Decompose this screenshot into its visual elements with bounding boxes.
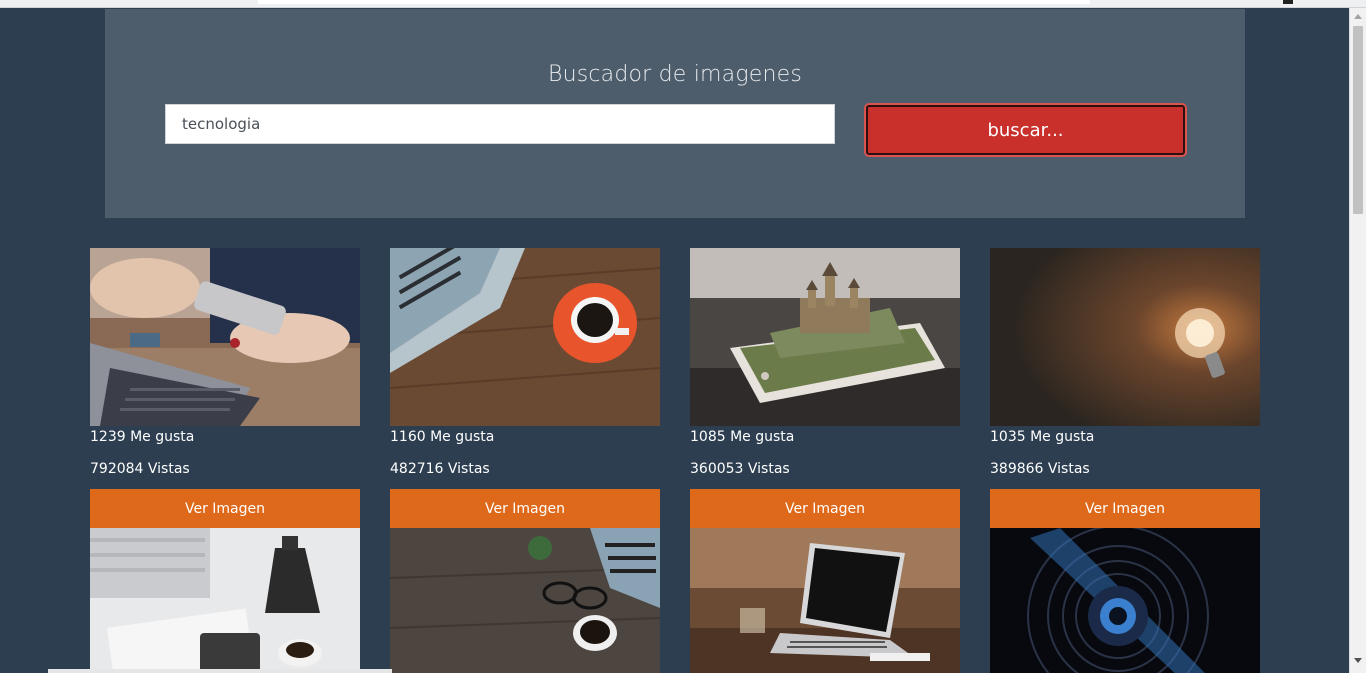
likes-count: 1035 Me gusta <box>990 429 1095 445</box>
view-image-button[interactable]: Ver Imagen <box>390 489 660 528</box>
view-image-button[interactable]: Ver Imagen <box>990 489 1260 528</box>
address-bar[interactable] <box>258 0 1090 4</box>
page-content: Buscador de imagenes buscar... <box>0 8 1349 673</box>
horizontal-scrollbar[interactable] <box>48 669 392 673</box>
camera-lens-photo <box>990 528 1260 673</box>
castle-on-smartphone-photo <box>690 248 960 426</box>
likes-count: 1085 Me gusta <box>690 429 795 445</box>
browser-top-strip <box>0 0 1366 8</box>
laptop-and-coffee-photo <box>390 248 660 426</box>
scrollbar-thumb[interactable] <box>1353 26 1363 214</box>
extension-icon[interactable] <box>1283 0 1293 4</box>
likes-count: 1239 Me gusta <box>90 429 195 445</box>
views-count: 389866 Vistas <box>990 461 1090 477</box>
views-count: 482716 Vistas <box>390 461 490 477</box>
laptop-on-table-photo <box>690 528 960 673</box>
page-title: Buscador de imagenes <box>547 62 803 87</box>
vertical-scrollbar[interactable] <box>1349 8 1366 673</box>
views-count: 792084 Vistas <box>90 461 190 477</box>
search-button[interactable]: buscar... <box>866 105 1185 155</box>
laptop-and-smartphone-photo <box>90 248 360 426</box>
scroll-down-arrow-icon[interactable] <box>1354 658 1362 663</box>
desk-with-glasses-and-coffee-photo <box>390 528 660 673</box>
search-panel: Buscador de imagenes buscar... <box>105 9 1245 218</box>
view-image-button[interactable]: Ver Imagen <box>90 489 360 528</box>
scroll-up-arrow-icon[interactable] <box>1354 14 1362 19</box>
search-input[interactable] <box>165 104 835 144</box>
views-count: 360053 Vistas <box>690 461 790 477</box>
light-bulb-photo <box>990 248 1260 426</box>
desk-with-coffee-pot-photo <box>90 528 360 673</box>
likes-count: 1160 Me gusta <box>390 429 495 445</box>
view-image-button[interactable]: Ver Imagen <box>690 489 960 528</box>
